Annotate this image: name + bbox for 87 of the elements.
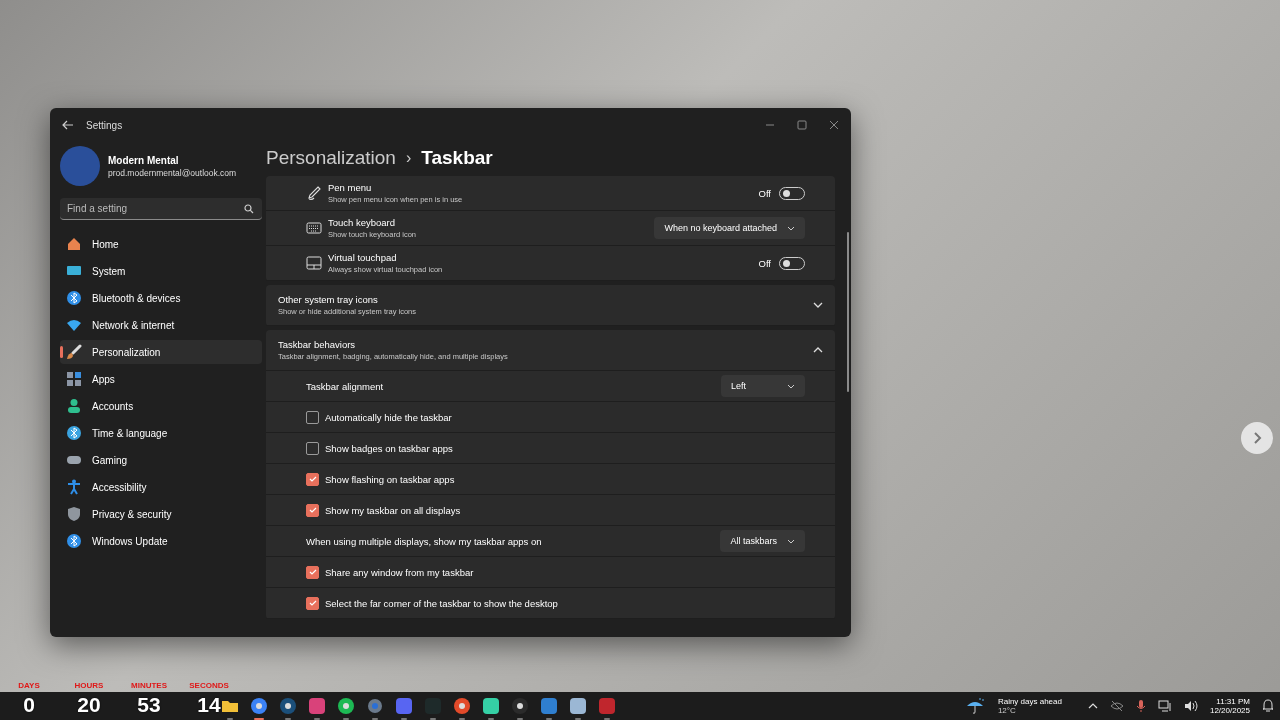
network-icon [66,317,82,333]
countdown-value: 20 [77,692,101,718]
checkbox-label: Show flashing on taskbar apps [325,473,455,485]
setting-label: When using multiple displays, show my taskbar apps on [306,535,543,547]
home-icon [66,236,82,252]
close-icon[interactable] [829,120,839,130]
sidebar-item[interactable]: Personalization [60,340,262,364]
apps-icon [66,371,82,387]
brush-icon [66,344,82,360]
setting-label: Taskbar alignment [306,380,385,392]
checkbox[interactable] [306,410,319,424]
checkmark-icon [308,600,317,606]
countdown-value: 14 [197,692,221,718]
checkbox[interactable] [306,565,319,579]
countdown-value: 53 [137,692,161,718]
sidebar-item[interactable]: Bluetooth & devices [60,286,262,310]
checkbox-label: Automatically hide the taskbar [325,411,452,423]
dropdown[interactable]: Left [721,375,805,397]
network-icon[interactable] [1157,700,1172,712]
eye-off-icon[interactable] [1109,700,1124,712]
sidebar-item[interactable]: Privacy & security [60,502,262,526]
sidebar-item[interactable]: System [60,259,262,283]
bell-icon[interactable] [1262,699,1274,713]
setting-title: Pen menu [328,182,373,193]
avatar [60,146,100,186]
maximize-icon[interactable] [797,120,807,130]
setting-title: Virtual touchpad [328,252,398,263]
chevron-up-icon[interactable] [1087,703,1098,709]
checkbox-label: Select the far corner of the taskbar to show the desktop [325,597,558,609]
toggle-state: Off [758,187,771,199]
checkbox[interactable] [306,472,319,486]
sidebar-item[interactable]: Accessibility [60,475,262,499]
toggle-state: Off [758,257,771,269]
chevron-down-icon [787,225,795,231]
breadcrumb-separator: › [405,149,412,167]
account-name: Modern Mental [108,154,180,166]
weather-summary[interactable]: Rainy days ahead [997,697,1062,706]
section-title: Taskbar behaviors [278,339,357,350]
checkbox-label: Show my taskbar on all displays [325,504,461,516]
sidebar-item[interactable]: Windows Update [60,529,262,553]
search-icon [244,204,254,214]
chevron-down-icon [787,538,795,544]
sidebar-item[interactable]: Gaming [60,448,262,472]
dropdown[interactable]: When no keyboard attached [654,217,805,239]
speaker-icon[interactable] [1183,700,1198,712]
countdown-label: DAYS [18,681,40,690]
checkbox-label: Share any window from my taskbar [325,566,474,578]
checkmark-icon [308,507,317,513]
touchpad-icon [306,255,322,271]
checkmark-icon [308,569,317,575]
search-field[interactable]: Find a setting [60,198,262,220]
checkmark-icon [308,476,317,482]
temperature: 12°C [997,706,1017,715]
sidebar-item[interactable]: Home [60,232,262,256]
page-title: Taskbar [421,147,493,169]
countdown-label: SECONDS [189,681,229,690]
breadcrumb-link[interactable]: Personalization [266,147,396,169]
chevron-down-icon [813,302,823,308]
microphone-icon[interactable] [1135,699,1146,713]
bluetooth-icon [66,290,82,306]
window-title: Settings [86,119,123,131]
checkbox[interactable] [306,503,319,517]
chevron-up-icon [813,347,823,353]
sidebar-item[interactable]: Accounts [60,394,262,418]
dropdown[interactable]: All taskbars [720,530,805,552]
clock[interactable]: 11:31 PM 12/20/2025 [1209,697,1250,715]
umbrella-rain-icon [965,697,986,715]
scrollbar[interactable] [847,232,849,392]
shield-icon [66,506,82,522]
checkbox-label: Show badges on taskbar apps [325,442,453,454]
sidebar-item[interactable]: Network & internet [60,313,262,337]
chevron-down-icon [787,383,795,389]
person-icon [66,398,82,414]
keyboard-icon [306,220,322,236]
sidebar-item[interactable]: Apps [60,367,262,391]
account-email: prod.modernmental@outlook.com [108,167,237,178]
checkbox[interactable] [306,596,319,610]
section-title: Other system tray icons [278,294,379,305]
countdown-label: HOURS [74,681,104,690]
sidebar-item[interactable]: Time & language [60,421,262,445]
back-arrow-icon[interactable] [62,120,74,130]
countdown-label: MINUTES [131,681,167,690]
pen-icon [306,185,322,201]
countdown-value: 0 [23,692,35,718]
setting-title: Touch keyboard [328,217,397,228]
checkbox[interactable] [306,441,319,455]
accessibility-icon [66,479,82,495]
